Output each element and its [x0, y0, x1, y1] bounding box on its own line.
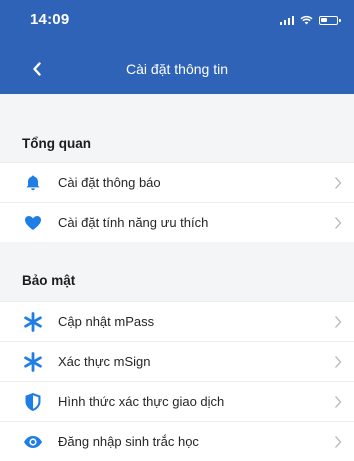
- asterisk-icon: [22, 352, 44, 372]
- menu-item-label: Hình thức xác thực giao dịch: [58, 394, 225, 409]
- menu-item-notification-settings[interactable]: Cài đặt thông báo: [0, 162, 354, 202]
- shield-icon: [22, 392, 44, 412]
- signal-icon: [279, 15, 294, 25]
- eye-icon: [22, 432, 44, 452]
- status-time: 14:09: [30, 11, 70, 28]
- menu-item-biometric-login[interactable]: Đăng nhập sinh trắc học: [0, 421, 354, 461]
- chevron-right-icon: [335, 217, 342, 229]
- menu-item-transaction-authentication-method[interactable]: Hình thức xác thực giao dịch: [0, 381, 354, 421]
- security-list: Cập nhật mPass Xác thực mSign Hình thức …: [0, 301, 354, 461]
- chevron-right-icon: [335, 356, 342, 368]
- menu-item-label: Cài đặt thông báo: [58, 175, 161, 190]
- section-title-overview: Tổng quan: [22, 136, 91, 151]
- asterisk-icon: [22, 312, 44, 332]
- wifi-icon: [300, 15, 313, 25]
- page-title: Cài đặt thông tin: [126, 61, 228, 77]
- app-header: 14:09 Cài đặt thông tin: [0, 0, 354, 94]
- bell-icon: [22, 173, 44, 193]
- chevron-right-icon: [335, 316, 342, 328]
- battery-icon: [319, 15, 341, 25]
- section-title-security: Bảo mật: [22, 273, 76, 288]
- menu-item-update-mpass[interactable]: Cập nhật mPass: [0, 301, 354, 341]
- menu-item-favorite-features[interactable]: Cài đặt tính năng ưu thích: [0, 202, 354, 242]
- chevron-right-icon: [335, 396, 342, 408]
- menu-item-msign-authentication[interactable]: Xác thực mSign: [0, 341, 354, 381]
- chevron-right-icon: [335, 436, 342, 448]
- menu-item-label: Đăng nhập sinh trắc học: [58, 434, 199, 449]
- status-icons: [279, 14, 341, 26]
- menu-item-label: Xác thực mSign: [58, 354, 151, 369]
- heart-icon: [22, 213, 44, 233]
- menu-item-label: Cài đặt tính năng ưu thích: [58, 215, 209, 230]
- menu-item-label: Cập nhật mPass: [58, 314, 155, 329]
- chevron-right-icon: [335, 177, 342, 189]
- overview-list: Cài đặt thông báo Cài đặt tính năng ưu t…: [0, 162, 354, 242]
